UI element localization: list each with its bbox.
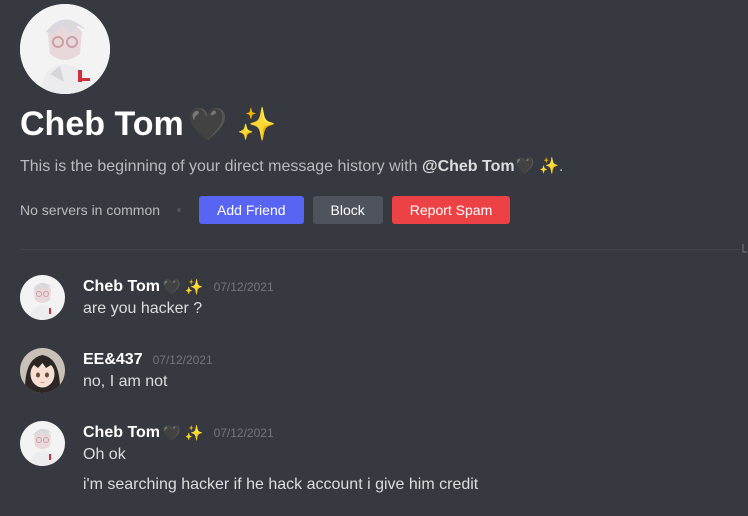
- profile-actions: No servers in common Add Friend Block Re…: [20, 196, 519, 224]
- message-text: are you hacker ?: [83, 300, 203, 317]
- message-header: Cheb Tom 🖤 ✨ 07/12/2021: [83, 275, 274, 299]
- message-timestamp: 07/12/2021: [152, 353, 213, 367]
- message-timestamp: 07/12/2021: [213, 426, 274, 440]
- message-author[interactable]: Cheb Tom: [83, 424, 160, 442]
- block-button[interactable]: Block: [312, 196, 383, 224]
- message-avatar[interactable]: [20, 348, 65, 393]
- message-author[interactable]: EE&437: [83, 351, 143, 369]
- avatar-illustration-icon: [20, 421, 65, 466]
- message-avatar[interactable]: [20, 421, 65, 466]
- author-emoji: 🖤 ✨: [162, 425, 204, 442]
- avatar-illustration-icon: [20, 275, 65, 320]
- history-divider: [20, 249, 740, 250]
- message-header: EE&437 07/12/2021: [83, 348, 213, 372]
- message-text: no, I am not: [83, 373, 168, 390]
- message-timestamp: 07/12/2021: [213, 280, 274, 294]
- intro-prefix: This is the beginning of your direct mes…: [20, 158, 422, 175]
- intro-handle[interactable]: @Cheb Tom🖤 ✨: [422, 158, 559, 175]
- avatar-illustration-icon: [20, 4, 110, 94]
- message-avatar[interactable]: [20, 275, 65, 320]
- profile-display-name: Cheb Tom 🖤 ✨: [20, 100, 276, 148]
- avatar-anime-girl-icon: [20, 348, 65, 393]
- scrollbar-notch-icon[interactable]: [742, 244, 748, 254]
- intro-suffix: .: [558, 158, 564, 175]
- dm-intro-text: This is the beginning of your direct mes…: [20, 156, 563, 178]
- message-text: Oh ok: [83, 446, 126, 463]
- message-author[interactable]: Cheb Tom: [83, 278, 160, 296]
- add-friend-button[interactable]: Add Friend: [199, 196, 304, 224]
- display-name-emoji: 🖤 ✨: [187, 106, 277, 142]
- mutual-servers-text: No servers in common: [20, 202, 161, 218]
- author-emoji: 🖤 ✨: [162, 279, 204, 296]
- display-name-text: Cheb Tom: [20, 105, 184, 143]
- profile-avatar[interactable]: [20, 4, 110, 94]
- separator-dot: [177, 208, 182, 212]
- message-header: Cheb Tom 🖤 ✨ 07/12/2021: [83, 421, 274, 445]
- report-spam-button[interactable]: Report Spam: [391, 196, 511, 224]
- message-text: i'm searching hacker if he hack account …: [83, 476, 479, 493]
